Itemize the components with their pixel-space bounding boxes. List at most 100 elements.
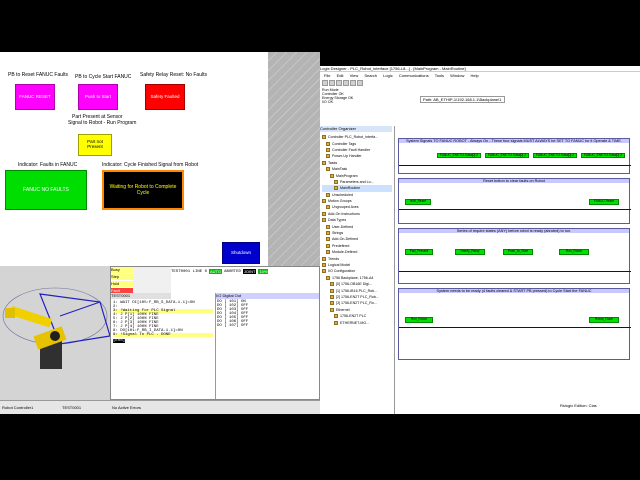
- edition-text: Rslogix Edition: Clas: [560, 403, 597, 408]
- io-row[interactable]: DO [ 107] OFF: [217, 324, 318, 328]
- ote-instruction[interactable]: FANUC Reset: [589, 199, 619, 205]
- rung-comment: Reset button to clear faults on Robot: [399, 179, 629, 184]
- status-hold: Hold: [111, 281, 133, 287]
- folder-icon: [326, 147, 330, 152]
- rung-0[interactable]: System Signals TO FANUC ROBOT - Always O…: [398, 138, 631, 174]
- signal-robot-label: Signal to Robot - Run Program: [68, 120, 137, 126]
- folder-icon: [330, 173, 334, 178]
- folder-icon: [322, 218, 326, 223]
- menu-window[interactable]: Window: [450, 73, 464, 78]
- menu-edit[interactable]: Edit: [337, 73, 344, 78]
- menu-logic[interactable]: Logic: [383, 73, 393, 78]
- path-field[interactable]: Path: AB_ETHIP-1\192.168.1.1\Backplane\1: [420, 96, 505, 103]
- paste-icon[interactable]: [357, 80, 363, 86]
- taskbar-item[interactable]: Robot Controller1: [2, 405, 33, 410]
- folder-icon: [326, 243, 330, 248]
- xic-instruction[interactable]: HMI_Reset: [405, 199, 431, 205]
- cut-icon[interactable]: [343, 80, 349, 86]
- cycle-indicator: Waiting for Robot to Complete Cycle: [102, 170, 184, 210]
- network-icon: [330, 307, 334, 312]
- folder-icon: [322, 269, 326, 274]
- module-icon: [326, 275, 330, 280]
- menu-file[interactable]: File: [324, 73, 330, 78]
- routine-icon: [334, 186, 338, 191]
- program-listing: 1: WAIT DI[105:F_RB_S_DATA-1.1]=ON 2: 3:…: [113, 301, 213, 343]
- taskbar-item[interactable]: TEST0001: [62, 405, 81, 410]
- taskbar-item[interactable]: No Active Errors: [112, 405, 141, 410]
- menu-view[interactable]: View: [350, 73, 359, 78]
- joint-badge: JOINT: [242, 269, 257, 274]
- module-icon: [330, 282, 334, 287]
- folder-icon: [322, 263, 326, 267]
- status-step: Step: [111, 274, 133, 280]
- shutdown-button[interactable]: Shutdown: [222, 242, 260, 264]
- pendant-status-column: Busy Step Hold Fault: [111, 267, 133, 294]
- pendant-header: TEST0001 LINE 0 AUTO ABORTED JOINT 10%: [171, 269, 269, 274]
- folder-icon: [326, 205, 330, 210]
- xic-instruction[interactable]: Push_to_Start: [503, 249, 533, 255]
- folder-icon: [326, 237, 330, 242]
- pendant-prog-label: TEST0001: [111, 293, 171, 299]
- ote-instruction[interactable]: Robot_Done: [589, 317, 619, 323]
- folder-icon: [326, 154, 330, 159]
- safety-reset-label: Safety Relay Reset: No Faults: [140, 72, 207, 78]
- open-icon[interactable]: [329, 80, 335, 86]
- viewport-background: [268, 52, 320, 266]
- folder-icon: [326, 192, 330, 197]
- xic-instruction[interactable]: Run_Robot: [405, 317, 433, 323]
- folder-icon: [326, 167, 330, 172]
- module-icon: [330, 294, 334, 299]
- push-to-start-button[interactable]: Push to Start: [78, 84, 118, 110]
- tree-item[interactable]: ETHERNET-MO...: [322, 319, 392, 325]
- new-icon[interactable]: [322, 80, 328, 86]
- speed-badge: 10%: [258, 269, 269, 274]
- controller-organizer: Controller PLC_Robot_interfa... Controll…: [322, 134, 392, 344]
- program-line[interactable]: 9: !Signal To PLC - DONE: [113, 333, 213, 337]
- copy-icon[interactable]: [350, 80, 356, 86]
- taskbar: Robot Controller1 TEST0001 No Active Err…: [0, 400, 320, 414]
- robot-3d-view[interactable]: [0, 266, 110, 400]
- rung-comment: System Signals TO FANUC ROBOT - Always O…: [399, 139, 629, 144]
- xic-instruction[interactable]: Safety_Relay: [455, 249, 485, 255]
- robot-scene: [0, 266, 110, 400]
- menu-search[interactable]: Search: [364, 73, 377, 78]
- faults-indicator: FANUC NO FAULTS: [5, 170, 87, 210]
- folder-icon: [322, 135, 326, 140]
- module-icon: [330, 301, 334, 306]
- safety-reset-button[interactable]: Safety Faulted: [145, 84, 185, 110]
- status-busy: Busy: [111, 267, 133, 273]
- rung-2[interactable]: Series of require states (ANY) before ro…: [398, 228, 631, 284]
- folder-icon: [326, 250, 330, 255]
- ote-instruction[interactable]: FANUC_ENET:O.Data[0].2: [533, 153, 577, 158]
- ote-instruction[interactable]: FANUC_ENET:O.Data[0].0: [437, 153, 481, 158]
- rung-1[interactable]: Reset button to clear faults on Robot HM…: [398, 178, 631, 224]
- rung-comment: Series of require states (ANY) before ro…: [399, 229, 629, 234]
- menu-tools[interactable]: Tools: [435, 73, 444, 78]
- save-icon[interactable]: [336, 80, 342, 86]
- ote-instruction[interactable]: Run_Robot: [559, 249, 589, 255]
- folder-icon: [322, 160, 326, 165]
- folder-icon: [322, 256, 326, 261]
- ote-instruction[interactable]: FANUC_ENET:O.Data[0].1: [485, 153, 529, 158]
- part-present-button[interactable]: Part not Present: [78, 134, 112, 156]
- module-icon: [334, 320, 338, 325]
- program-header: TEST0001 LINE 0: [171, 269, 208, 274]
- fanuc-reset-button[interactable]: FANUC RESET: [15, 84, 55, 110]
- menu-help[interactable]: Help: [471, 73, 479, 78]
- auto-badge: AUTO: [209, 269, 223, 274]
- toolbar: [322, 80, 364, 88]
- rung-3[interactable]: System needs to be ready (4 faults clear…: [398, 288, 631, 360]
- status-panel: Run Mode Controller OK Energy Storage OK…: [322, 88, 362, 104]
- xic-instruction[interactable]: Part_Present: [405, 249, 433, 255]
- aborted-text: ABORTED: [224, 269, 241, 274]
- ote-instruction[interactable]: FANUC_ENET:O.Data[0].3: [581, 153, 625, 158]
- rung-comment: System needs to be ready (4 faults clear…: [399, 289, 629, 294]
- menu-communications[interactable]: Communications: [399, 73, 429, 78]
- organizer-title: Controller Organizer: [320, 126, 392, 132]
- folder-icon: [326, 141, 330, 146]
- folder-icon: [326, 231, 330, 236]
- hmi-panel: PB to Reset FANUC Faults PB to Cycle Sta…: [0, 52, 268, 266]
- folder-icon: [322, 199, 326, 204]
- teach-pendant[interactable]: Busy Step Hold Fault TEST0001 LINE 0 AUT…: [110, 266, 320, 400]
- window-title: Logix Designer - PLC_Robot_interface [17…: [320, 66, 640, 72]
